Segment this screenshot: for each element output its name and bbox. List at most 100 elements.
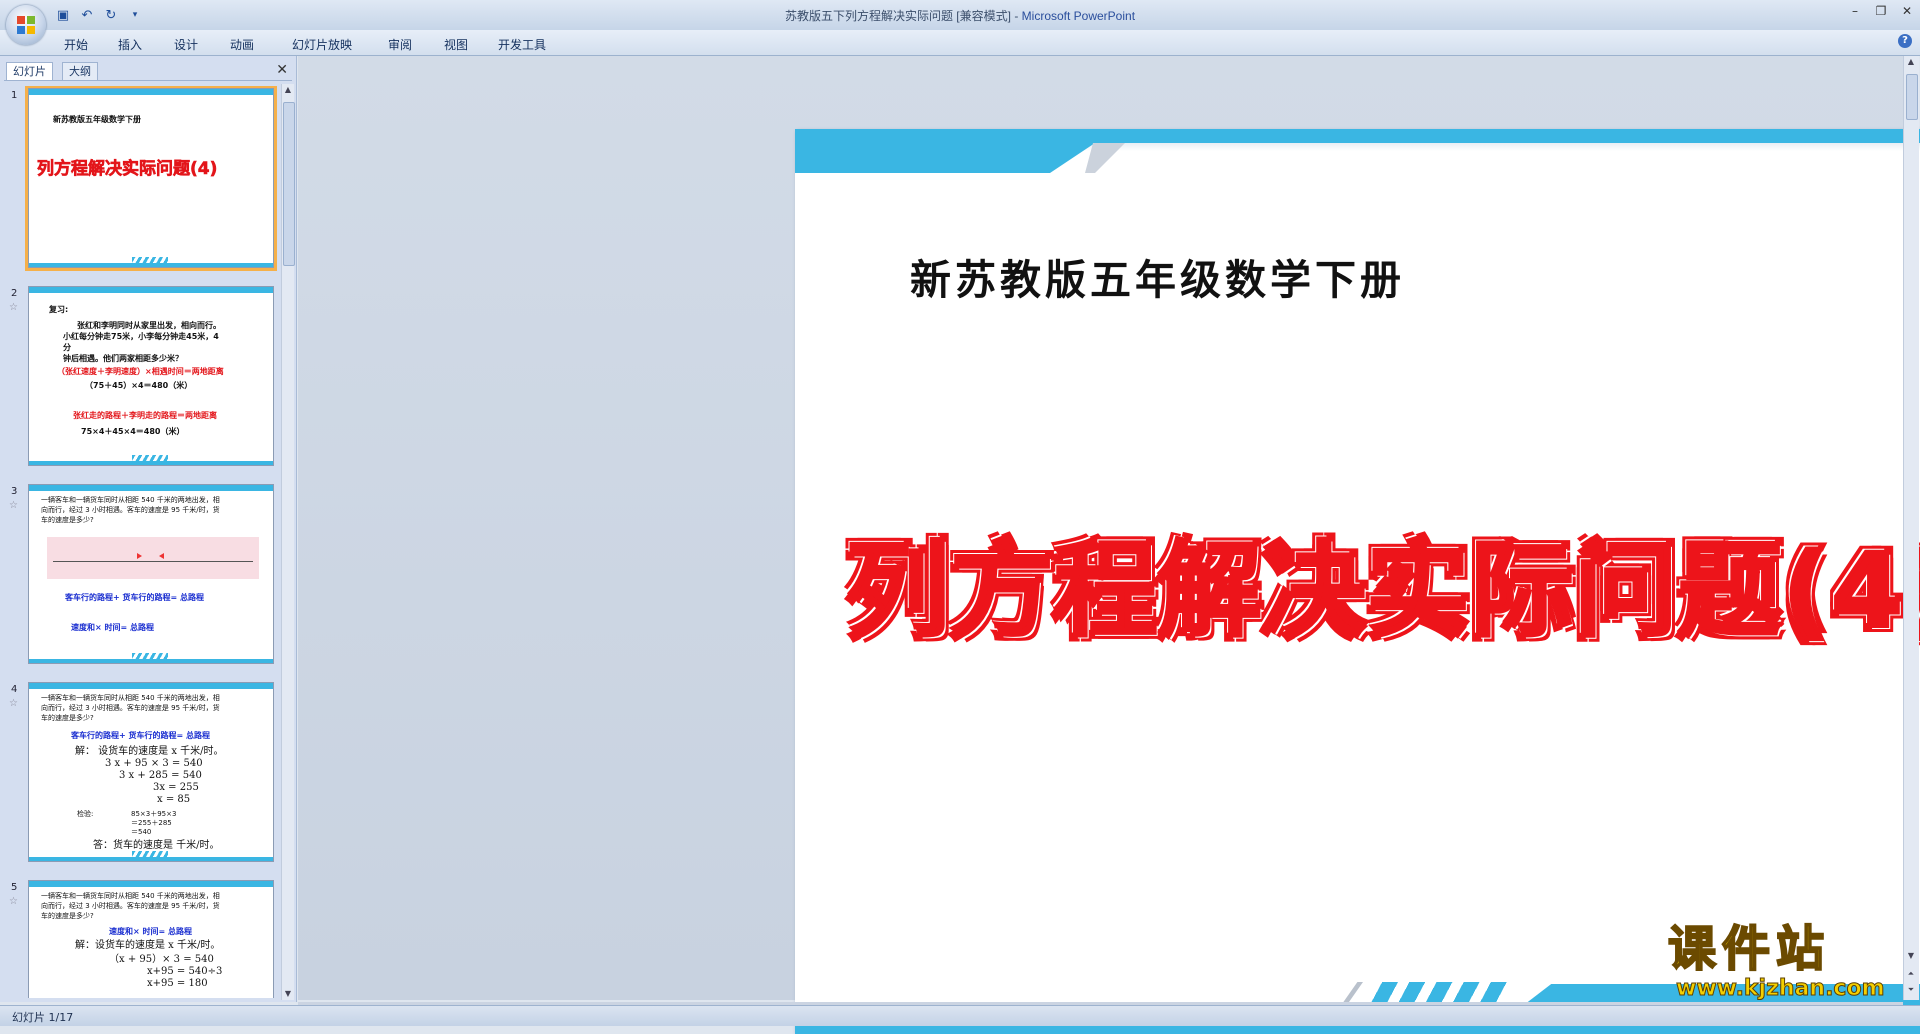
- thumb-line: 一辆客车和一辆货车同时从相距 540 千米的两地出发，相: [41, 496, 220, 504]
- slide-title[interactable]: 列方程解决实际问题(4): [835, 509, 1920, 656]
- title-bar: ▣ ↶ ↻ ▾ 苏教版五下列方程解决实际问题 [兼容模式] - Microsof…: [0, 0, 1920, 30]
- slide-thumbnail-1[interactable]: 新苏教版五年级数学下册 列方程解决实际问题(4): [25, 86, 277, 271]
- office-button[interactable]: [6, 5, 46, 45]
- slide-top-swoosh: [795, 143, 1095, 173]
- slide-thumbnail-2[interactable]: 复习: 张红和李明同时从家里出发，相向而行。 小红每分钟走75米，小李每分钟走4…: [28, 286, 274, 466]
- slide-subtitle[interactable]: 新苏教版五年级数学下册: [910, 246, 1405, 306]
- scroll-up-icon[interactable]: ▲: [1905, 56, 1917, 68]
- thumb-line: 小红每分钟走75米，小李每分钟走45米，4: [63, 332, 219, 341]
- thumb-line: 钟后相遇。他们两家相距多少米？: [63, 354, 183, 363]
- canvas-scrollbar[interactable]: ▲ ▼ ⏶ ⏷: [1903, 56, 1919, 1000]
- thumb-top-band: [29, 287, 273, 293]
- thumb-line: 速度和× 时间= 总路程: [71, 623, 154, 632]
- scroll-up-icon[interactable]: ▲: [282, 84, 294, 96]
- tab-view[interactable]: 视图: [428, 34, 484, 55]
- thumbnail-list: 1 新苏教版五年级数学下册 列方程解决实际问题(4) 2 ☆ 复习: 张红和李明…: [0, 86, 280, 998]
- slide-counter: 幻灯片 1/17: [12, 1011, 74, 1024]
- thumb-line: （x + 95）× 3 = 540: [109, 954, 214, 965]
- scrollbar-thumb[interactable]: [283, 102, 295, 266]
- slide-number: 2: [11, 288, 18, 299]
- window-title: 苏教版五下列方程解决实际问题 [兼容模式] - Microsoft PowerP…: [0, 7, 1920, 24]
- thumb-line: 复习:: [49, 305, 69, 314]
- tab-insert[interactable]: 插入: [100, 34, 160, 55]
- next-slide-icon[interactable]: ⏷: [1905, 984, 1917, 996]
- office-logo-icon: [17, 16, 35, 34]
- watermark-logo: 课件站 www.kjzhan.com: [1667, 921, 1898, 1002]
- scroll-down-icon[interactable]: ▼: [1905, 950, 1917, 962]
- tab-slides[interactable]: 幻灯片: [6, 62, 53, 80]
- scrollbar-thumb[interactable]: [1906, 74, 1918, 120]
- thumb-line: 客车行的路程+ 货车行的路程= 总路程: [65, 593, 204, 602]
- slide-number: 4: [11, 684, 18, 695]
- restore-icon[interactable]: ❐: [1874, 4, 1888, 20]
- thumb-line: 3 x + 95 × 3 = 540: [105, 758, 203, 769]
- thumb-line: 向而行，经过 3 小时相遇。客车的速度是 95 千米/时，货: [41, 506, 220, 514]
- help-icon[interactable]: ?: [1898, 34, 1912, 48]
- thumb-title: 列方程解决实际问题(4): [37, 159, 218, 180]
- window-controls: – ❐ ✕: [1848, 4, 1914, 20]
- tab-animations[interactable]: 动画: [212, 34, 272, 55]
- thumb-subtitle: 新苏教版五年级数学下册: [53, 115, 141, 124]
- scroll-down-icon[interactable]: ▼: [282, 988, 294, 1000]
- thumb-line: 车的速度是多少?: [41, 714, 94, 722]
- thumb-line: 答：货车的速度是 千米/时。: [93, 840, 220, 851]
- watermark-url: www.kjzhan.com: [1676, 976, 1886, 1002]
- minimize-icon[interactable]: –: [1848, 4, 1862, 20]
- tab-outline[interactable]: 大纲: [62, 62, 98, 80]
- tab-review[interactable]: 审阅: [372, 34, 428, 55]
- thumb-line: 75×4＋45×4＝480（米）: [81, 427, 185, 436]
- thumb-top-band: [29, 683, 273, 689]
- thumb-line: 张红和李明同时从家里出发，相向而行。: [77, 321, 221, 330]
- thumb-line: x+95 = 540÷3: [147, 966, 223, 977]
- thumb-line: 向而行，经过 3 小时相遇。客车的速度是 95 千米/时，货: [41, 902, 220, 910]
- ribbon: 开始 插入 设计 动画 幻灯片放映 审阅 视图 开发工具 ?: [0, 30, 1920, 56]
- thumb-line: x = 85: [157, 794, 191, 805]
- slide-number: 5: [11, 882, 18, 893]
- close-icon[interactable]: ✕: [1900, 4, 1914, 20]
- title-separator: -: [1010, 9, 1022, 23]
- transition-star-icon: ☆: [9, 302, 18, 313]
- thumb-bottom-band: [29, 263, 273, 267]
- transition-star-icon: ☆: [9, 896, 18, 907]
- app-name: Microsoft PowerPoint: [1021, 9, 1136, 23]
- thumb-line: 3 x + 285 = 540: [119, 770, 202, 781]
- thumb-line: 一辆客车和一辆货车同时从相距 540 千米的两地出发，相: [41, 694, 220, 702]
- previous-slide-icon[interactable]: ⏶: [1905, 968, 1917, 980]
- slide-top-band: [795, 129, 1920, 143]
- tab-slideshow[interactable]: 幻灯片放映: [272, 34, 372, 55]
- thumb-bottom-band: [29, 857, 273, 861]
- tab-home[interactable]: 开始: [52, 34, 100, 55]
- thumb-bottom-band: [29, 461, 273, 465]
- slide-thumbnail-5[interactable]: 一辆客车和一辆货车同时从相距 540 千米的两地出发，相 向而行，经过 3 小时…: [28, 880, 274, 998]
- thumb-line: （75＋45）×4＝480（米）: [85, 381, 193, 390]
- thumb-line: ＝540: [131, 828, 152, 836]
- slide-number: 1: [11, 90, 18, 101]
- thumb-diagram: [47, 537, 259, 579]
- slides-pane: 幻灯片 大纲 ✕ 1 新苏教版五年级数学下册 列方程解决实际问题(4) 2 ☆ …: [0, 56, 297, 1002]
- thumb-top-band: [29, 881, 273, 887]
- slide-canvas: 新苏教版五年级数学下册 列方程解决实际问题(4): [298, 56, 1920, 1034]
- thumb-line: 3x = 255: [153, 782, 199, 793]
- thumb-line: 张红走的路程＋李明走的路程＝两地距离: [73, 411, 217, 420]
- thumbnail-scrollbar[interactable]: ▲ ▼: [281, 84, 295, 1000]
- pane-close-icon[interactable]: ✕: [276, 62, 288, 78]
- thumb-top-band: [29, 485, 273, 491]
- slide-number: 3: [11, 486, 18, 497]
- tab-developer[interactable]: 开发工具: [484, 34, 560, 55]
- thumb-line: x+95 = 180: [147, 978, 208, 989]
- document-title: 苏教版五下列方程解决实际问题 [兼容模式]: [784, 9, 1011, 23]
- slide-thumbnail-3[interactable]: 一辆客车和一辆货车同时从相距 540 千米的两地出发，相 向而行，经过 3 小时…: [28, 484, 274, 664]
- thumb-line: 解：设货车的速度是 x 千米/时。: [75, 940, 221, 951]
- thumb-line: 一辆客车和一辆货车同时从相距 540 千米的两地出发，相: [41, 892, 220, 900]
- thumb-line: 检验:: [77, 810, 94, 818]
- thumb-line: 分: [63, 343, 71, 352]
- transition-star-icon: ☆: [9, 500, 18, 511]
- slide-thumbnail-4[interactable]: 一辆客车和一辆货车同时从相距 540 千米的两地出发，相 向而行，经过 3 小时…: [28, 682, 274, 862]
- transition-star-icon: ☆: [9, 698, 18, 709]
- status-bar: 幻灯片 1/17: [0, 1005, 1920, 1026]
- thumb-top-band: [29, 89, 273, 95]
- watermark-title: 课件站: [1667, 921, 1831, 977]
- current-slide[interactable]: 新苏教版五年级数学下册 列方程解决实际问题(4): [795, 129, 1920, 1034]
- thumb-line: 客车行的路程+ 货车行的路程= 总路程: [71, 731, 210, 740]
- tab-design[interactable]: 设计: [160, 34, 212, 55]
